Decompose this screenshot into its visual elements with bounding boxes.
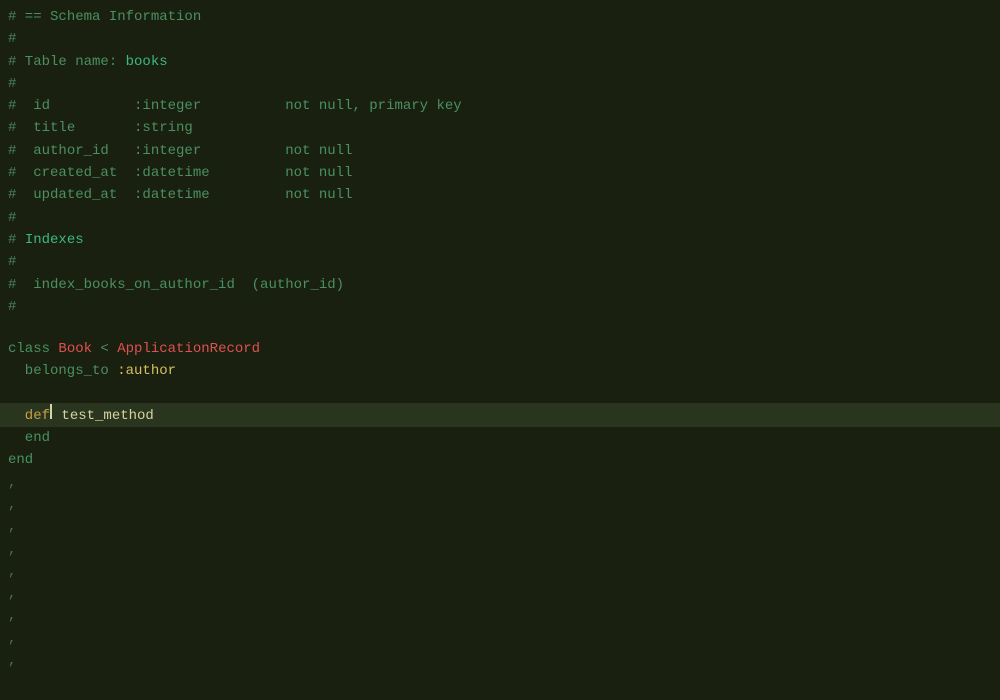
line-27: , [0,583,1000,605]
method-name: test_method [53,406,154,426]
comment-hash: # [8,230,16,250]
comment-text: == Schema Information [16,7,201,27]
author-symbol: :author [117,361,176,381]
comment-hash: # [8,275,16,295]
comment-hash: # [8,96,16,116]
comment-hash: # [8,74,16,94]
line-25: , [0,539,1000,561]
line-18 [0,383,1000,403]
line-24: , [0,516,1000,538]
comma-2: , [8,495,16,515]
line-12: # [0,251,1000,273]
line-16: class Book < ApplicationRecord [0,338,1000,360]
comment-hash: # [8,141,16,161]
comment-text: index_books_on_author_id (author_id) [16,275,344,295]
comma-8: , [8,629,16,649]
line-13: # index_books_on_author_id (author_id) [0,274,1000,296]
class-name: Book [58,339,92,359]
parent-class-name: ApplicationRecord [117,339,260,359]
line-22: , [0,472,1000,494]
comment-hash: # [8,52,16,72]
comment-text: Table name: [16,52,125,72]
line-23: , [0,494,1000,516]
line-3: # Table name: books [0,51,1000,73]
line-1: # == Schema Information [0,6,1000,28]
belongs-to-method: belongs_to [8,361,117,381]
end-keyword-inner: end [8,428,50,448]
code-editor: # == Schema Information # # Table name: … [0,0,1000,700]
comment-hash: # [8,252,16,272]
line-21: end [0,449,1000,471]
comma-6: , [8,584,16,604]
line-4: # [0,73,1000,95]
line-10: # [0,207,1000,229]
inheritance-operator: < [92,339,117,359]
comment-hash: # [8,29,16,49]
line-14: # [0,296,1000,318]
line-17: belongs_to :author [0,360,1000,382]
def-keyword: def [8,406,50,426]
line-7: # author_id :integer not null [0,140,1000,162]
line-5: # id :integer not null, primary key [0,95,1000,117]
class-keyword: class [8,339,58,359]
line-28: , [0,605,1000,627]
comment-text: created_at :datetime not null [16,163,352,183]
comma-7: , [8,606,16,626]
line-26: , [0,561,1000,583]
comma-9: , [8,651,16,671]
table-name: books [126,52,168,72]
indexes-label: Indexes [25,230,84,250]
comment-hash: # [8,297,16,317]
comment-hash: # [8,163,16,183]
comment-hash: # [8,185,16,205]
comment-hash: # [8,208,16,228]
line-30: , [0,650,1000,672]
comment-text: author_id :integer not null [16,141,352,161]
line-6: # title :string [0,117,1000,139]
text-cursor [50,404,52,419]
comment-text: updated_at :datetime not null [16,185,352,205]
comma-5: , [8,562,16,582]
comment-text [16,230,24,250]
end-keyword-outer: end [8,450,33,470]
line-8: # created_at :datetime not null [0,162,1000,184]
line-29: , [0,628,1000,650]
line-11: # Indexes [0,229,1000,251]
line-2: # [0,28,1000,50]
line-19-cursor[interactable]: def test_method [0,403,1000,427]
line-15 [0,318,1000,338]
comment-hash: # [8,118,16,138]
comma-4: , [8,540,16,560]
line-9: # updated_at :datetime not null [0,184,1000,206]
comment-text: title :string [16,118,192,138]
comment-text: id :integer not null, primary key [16,96,461,116]
comma-3: , [8,517,16,537]
comma-1: , [8,473,16,493]
line-20: end [0,427,1000,449]
comment-hash: # [8,7,16,27]
